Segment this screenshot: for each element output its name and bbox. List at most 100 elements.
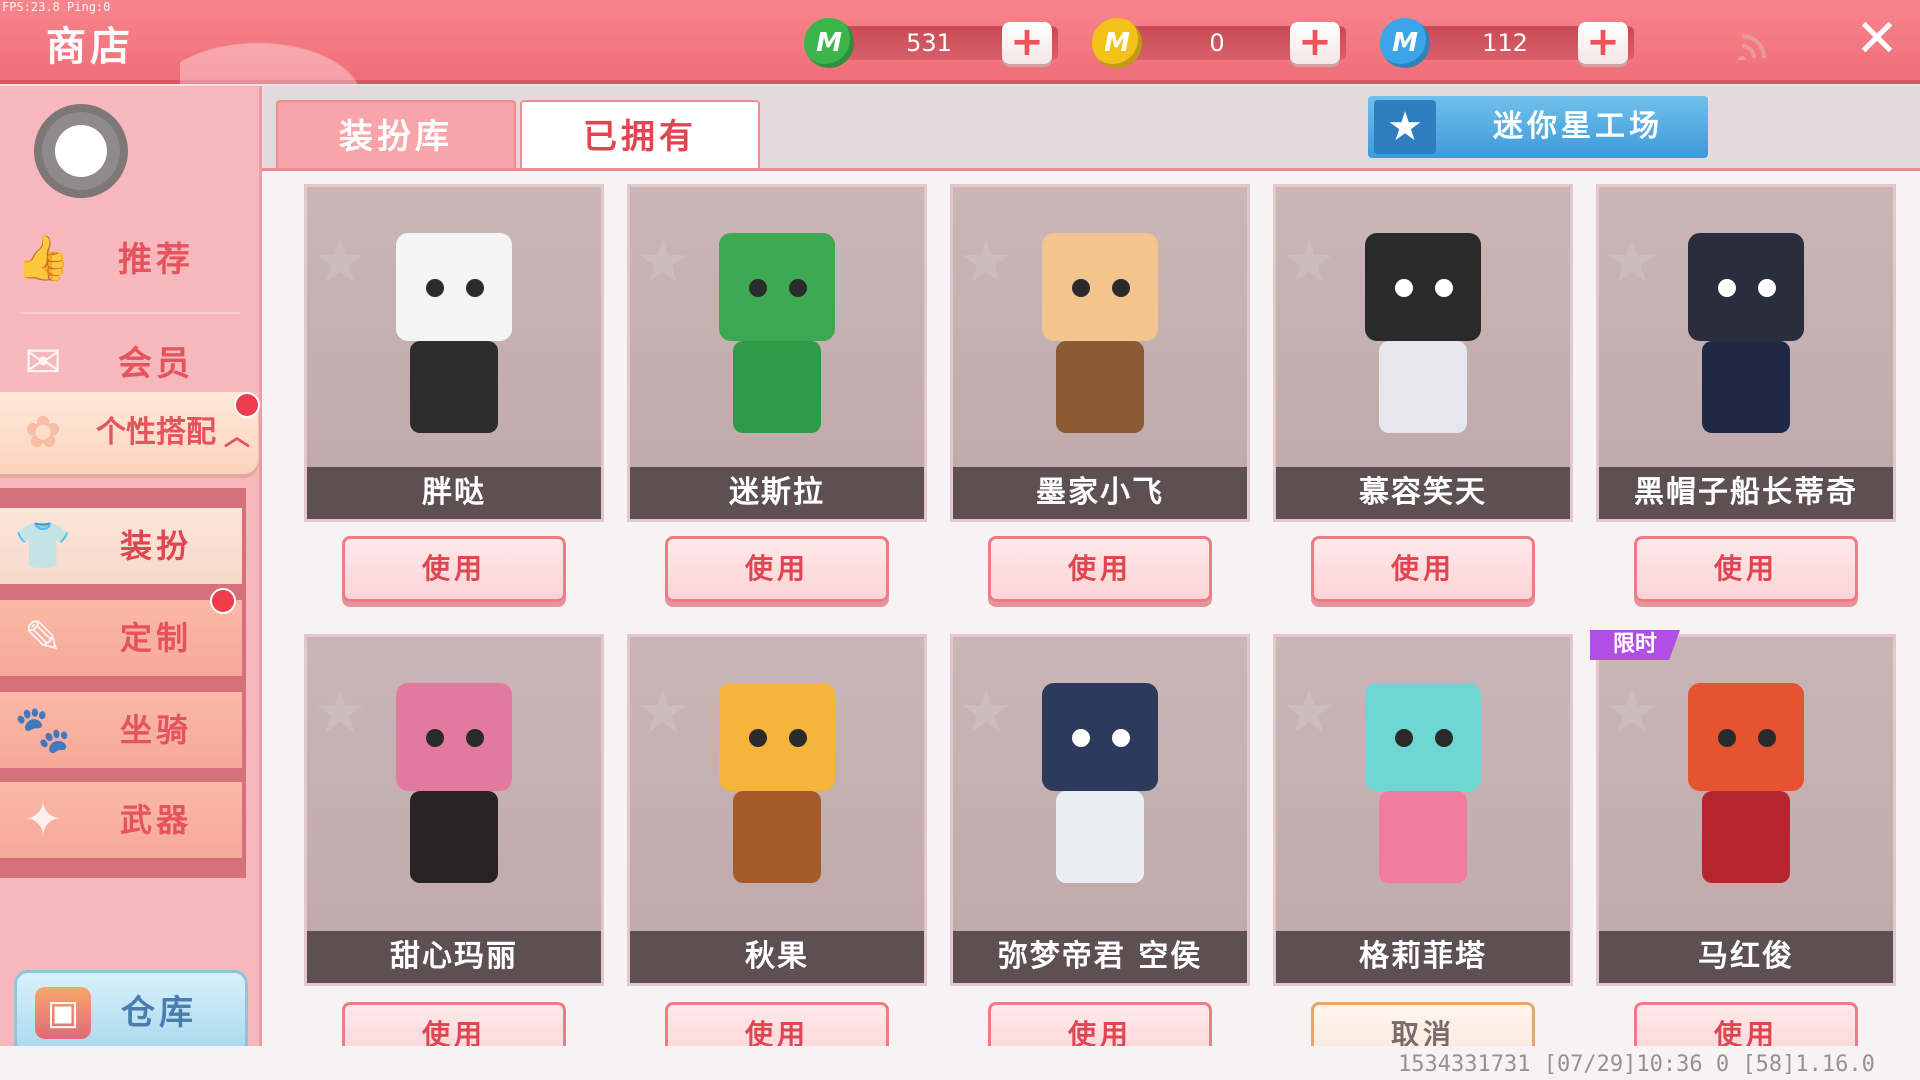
star-decoration-icon: ★ — [1282, 677, 1336, 747]
sidebar-item-outfit[interactable]: 👕 装扮 — [0, 508, 242, 584]
sub-menu: 👕 装扮 ✎ 定制 🐾 坐骑 ✦ 武器 — [0, 488, 246, 878]
outfit-name: 胖哒 — [307, 467, 601, 519]
sidebar-item-label: 装扮 — [120, 527, 193, 565]
star-decoration-icon: ★ — [313, 227, 367, 297]
character-eye — [1112, 279, 1130, 297]
outfit-name: 慕容笑天 — [1276, 467, 1570, 519]
character-head — [1688, 683, 1804, 791]
character-head — [719, 683, 835, 791]
character-eye — [789, 279, 807, 297]
sidebar-item-recommend[interactable]: 👍 推荐 — [0, 212, 258, 308]
sidebar-item-custom[interactable]: ✎ 定制 — [0, 600, 242, 676]
character-eye — [1758, 279, 1776, 297]
mount-icon: 🐾 — [14, 702, 72, 756]
character-eye — [1072, 729, 1090, 747]
character-portrait — [374, 213, 534, 453]
character-portrait — [1666, 663, 1826, 903]
chevron-up-icon: ︿ — [224, 422, 251, 452]
use-button[interactable]: 使用 — [1311, 536, 1535, 602]
sidebar-item-label: 武器 — [120, 801, 193, 839]
character-portrait — [374, 663, 534, 903]
outfit-name: 墨家小飞 — [953, 467, 1247, 519]
star-decoration-icon: ★ — [636, 227, 690, 297]
outfit-name: 黑帽子船长蒂奇 — [1599, 467, 1893, 519]
star-decoration-icon: ★ — [636, 677, 690, 747]
title-decoration — [180, 0, 440, 84]
tab-outfit-library[interactable]: 装扮库 — [276, 100, 516, 170]
character-body — [1702, 791, 1790, 883]
character-body — [1702, 341, 1790, 433]
character-head — [1688, 233, 1804, 341]
outfit-card[interactable]: ★ 慕容笑天 — [1273, 184, 1573, 522]
character-body — [733, 791, 821, 883]
character-eye — [1395, 729, 1413, 747]
character-head — [396, 233, 512, 341]
character-portrait — [1666, 213, 1826, 453]
character-eye — [1435, 729, 1453, 747]
character-head — [1365, 683, 1481, 791]
character-body — [1056, 341, 1144, 433]
mini-workshop-button[interactable]: ★ 迷你星工场 — [1368, 96, 1708, 158]
add-blue-m-button[interactable]: + — [1578, 22, 1628, 64]
outfit-name: 弥梦帝君 空侯 — [953, 931, 1247, 983]
character-eye — [789, 729, 807, 747]
outfit-card[interactable]: ★ 墨家小飞 — [950, 184, 1250, 522]
sidebar-item-weapon[interactable]: ✦ 武器 — [0, 782, 242, 858]
sidebar-item-personal-style[interactable]: ✿ 个性搭配 ︿ — [0, 392, 258, 474]
signal-icon — [1738, 28, 1774, 64]
palette-icon: ✿ — [24, 407, 62, 458]
sidebar-item-label: 定制 — [120, 619, 193, 657]
outfit-card[interactable]: ★ 秋果 — [627, 634, 927, 986]
warehouse-button[interactable]: ▣ 仓库 — [14, 970, 248, 1056]
character-head — [1042, 683, 1158, 791]
limited-time-badge: 限时 — [1590, 630, 1680, 660]
green-m-coin-icon: M — [804, 18, 854, 68]
divider — [20, 312, 240, 314]
outfit-card[interactable]: ★ 弥梦帝君 空侯 — [950, 634, 1250, 986]
use-button[interactable]: 使用 — [665, 536, 889, 602]
use-button[interactable]: 使用 — [988, 536, 1212, 602]
currency-gold-m: M 0 + — [1092, 18, 1362, 68]
character-portrait — [697, 213, 857, 453]
character-portrait — [1343, 213, 1503, 453]
sidebar-item-label: 个性搭配 — [96, 415, 216, 450]
sidebar: 👍 推荐 ✉ 会员 ✿ 个性搭配 ︿ 👕 装扮 ✎ 定制 🐾 坐骑 ✦ 武器 ▣… — [0, 86, 262, 1080]
star-decoration-icon: ★ — [959, 227, 1013, 297]
outfit-card[interactable]: ★ 马红俊 — [1596, 634, 1896, 986]
outfit-card[interactable]: ★ 黑帽子船长蒂奇 — [1596, 184, 1896, 522]
use-button[interactable]: 使用 — [1634, 536, 1858, 602]
outfit-card[interactable]: ★ 胖哒 — [304, 184, 604, 522]
character-eye — [1718, 279, 1736, 297]
currency-amount: 112 — [1482, 29, 1528, 57]
outfit-name: 迷斯拉 — [630, 467, 924, 519]
character-head — [719, 233, 835, 341]
outfit-card[interactable]: ★ 格莉菲塔 — [1273, 634, 1573, 986]
outfit-card[interactable]: ★ 甜心玛丽 — [304, 634, 604, 986]
star-decoration-icon: ★ — [959, 677, 1013, 747]
sidebar-item-label: 坐骑 — [120, 711, 193, 749]
weapon-gun-icon: ✦ — [23, 792, 63, 846]
warehouse-label: 仓库 — [121, 993, 197, 1033]
outfit-card[interactable]: ★ 迷斯拉 — [627, 184, 927, 522]
add-gold-m-button[interactable]: + — [1290, 22, 1340, 64]
star-decoration-icon: ★ — [1605, 227, 1659, 297]
star-decoration-icon: ★ — [1605, 677, 1659, 747]
outfit-icon: 👕 — [14, 518, 72, 572]
outfit-name: 格莉菲塔 — [1276, 931, 1570, 983]
gold-m-coin-icon: M — [1092, 18, 1142, 68]
character-portrait — [1020, 213, 1180, 453]
vip-card-icon: ✉ — [24, 337, 62, 388]
avatar[interactable] — [34, 104, 128, 198]
character-eye — [1718, 729, 1736, 747]
blue-m-star-icon: M — [1380, 18, 1430, 68]
character-body — [1379, 791, 1467, 883]
close-icon[interactable]: ✕ — [1852, 13, 1902, 65]
use-button[interactable]: 使用 — [342, 536, 566, 602]
currency-green-m: M 531 + — [804, 18, 1074, 68]
add-green-m-button[interactable]: + — [1002, 22, 1052, 64]
character-portrait — [1343, 663, 1503, 903]
tab-owned[interactable]: 已拥有 — [520, 100, 760, 170]
sidebar-item-mount[interactable]: 🐾 坐骑 — [0, 692, 242, 768]
star-decoration-icon: ★ — [1282, 227, 1336, 297]
character-eye — [1112, 729, 1130, 747]
